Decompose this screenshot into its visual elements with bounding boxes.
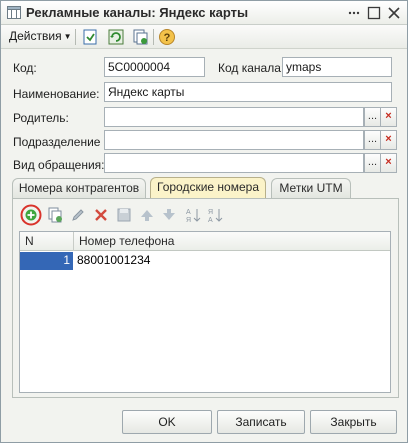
more-icon[interactable] — [347, 6, 361, 20]
title-bar: Рекламные каналы: Яндекс карты — [1, 1, 407, 25]
maximize-icon[interactable] — [367, 6, 381, 20]
code-field[interactable]: 5С0000004 — [104, 57, 205, 77]
appeal-type-field[interactable] — [104, 153, 364, 173]
tab-city-numbers[interactable]: Городские номера — [150, 177, 266, 199]
table-header: N Номер телефона — [20, 232, 390, 251]
help-glyph: ? — [164, 32, 171, 44]
appeal-type-label: Вид обращения: — [13, 158, 105, 172]
toolbar-separator — [75, 29, 76, 45]
parent-clear-button[interactable]: × — [380, 107, 397, 127]
form-icon — [7, 6, 21, 19]
sort-desc-icon[interactable]: Я A — [207, 207, 223, 223]
parent-select-button[interactable]: ... — [364, 107, 381, 127]
edit-icon[interactable] — [70, 207, 86, 223]
phone-cell[interactable]: 88001001234 — [74, 252, 150, 270]
parent-field[interactable] — [104, 107, 364, 127]
division-label: Подразделение ... — [13, 135, 114, 149]
name-field[interactable]: Яндекс карты — [104, 82, 392, 102]
copy-row-icon[interactable] — [47, 207, 63, 223]
division-select-button[interactable]: ... — [364, 130, 381, 150]
parent-label: Родитель: — [13, 111, 69, 125]
move-down-icon[interactable] — [161, 207, 177, 223]
save-button[interactable]: Записать — [217, 410, 305, 434]
actions-menu-button[interactable]: Действия ▼ — [5, 28, 76, 46]
column-header-phone[interactable]: Номер телефона — [74, 232, 390, 251]
svg-text:Я: Я — [208, 209, 213, 216]
name-label: Наименование: — [13, 87, 100, 101]
tab-utm-tags[interactable]: Метки UTM — [271, 178, 351, 198]
refresh-icon[interactable] — [107, 28, 125, 46]
delete-icon[interactable] — [93, 207, 109, 223]
tab-counterparty-numbers[interactable]: Номера контрагентов — [12, 178, 146, 198]
dropdown-arrow-icon: ▼ — [63, 32, 72, 41]
svg-text:A: A — [208, 217, 213, 223]
ok-button[interactable]: OK — [122, 410, 212, 434]
add-icon[interactable] — [20, 204, 42, 226]
save-record-icon[interactable] — [81, 28, 99, 46]
division-clear-button[interactable]: × — [380, 130, 397, 150]
svg-text:Я: Я — [186, 217, 191, 223]
column-header-n[interactable]: N — [20, 232, 74, 251]
svg-text:A: A — [186, 209, 191, 216]
move-up-icon[interactable] — [139, 207, 155, 223]
toolbar-separator — [153, 29, 154, 45]
table-row[interactable]: 1 88001001234 — [20, 252, 390, 270]
sort-asc-icon[interactable]: A Я — [185, 207, 201, 223]
channel-code-field[interactable]: ymaps — [282, 57, 392, 77]
form-window: Рекламные каналы: Яндекс карты Действия ▼ — [0, 0, 408, 443]
copy-icon[interactable] — [131, 28, 149, 46]
row-number-cell[interactable]: 1 — [20, 252, 73, 270]
help-icon[interactable]: ? — [158, 28, 176, 46]
end-edit-icon[interactable] — [116, 207, 132, 223]
close-icon[interactable] — [387, 6, 401, 20]
close-button[interactable]: Закрыть — [310, 410, 397, 434]
actions-menu-label: Действия — [9, 29, 62, 43]
phone-numbers-table[interactable]: N Номер телефона 1 88001001234 — [19, 231, 391, 393]
channel-code-label: Код канала: — [218, 61, 285, 75]
form-toolbar: Действия ▼ ? — [1, 25, 407, 49]
appeal-type-select-button[interactable]: ... — [364, 153, 381, 173]
window-title: Рекламные каналы: Яндекс карты — [26, 5, 249, 20]
code-label: Код: — [13, 61, 37, 75]
division-field[interactable] — [104, 130, 364, 150]
appeal-type-clear-button[interactable]: × — [380, 153, 397, 173]
